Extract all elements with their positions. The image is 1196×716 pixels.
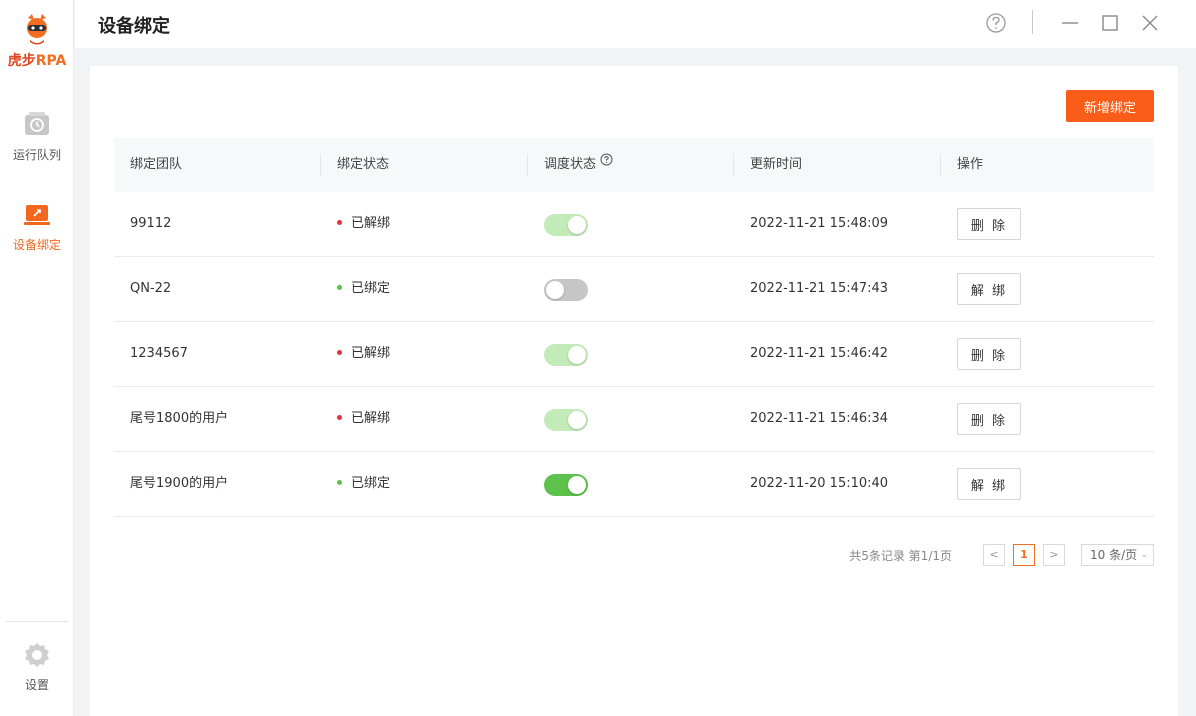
column-header-team: 绑定团队 xyxy=(130,157,183,172)
binding-status-cell: 已解绑 xyxy=(321,192,390,256)
toggle-knob xyxy=(568,411,586,429)
status-text: 已绑定 xyxy=(351,476,391,491)
toggle-knob xyxy=(546,281,564,299)
current-page-button[interactable]: 1 xyxy=(1013,544,1035,566)
table-row: 尾号1900的用户 已绑定 2022-11-20 15:10:40 解 绑 xyxy=(114,452,1154,517)
status-text: 已解绑 xyxy=(351,346,391,361)
close-icon[interactable] xyxy=(1137,10,1163,36)
title-bar: 设备绑定 xyxy=(75,0,1196,48)
page-size-select[interactable]: 10 条/页 ⌄ xyxy=(1081,544,1154,566)
status-text: 已绑定 xyxy=(351,281,391,296)
minimize-icon[interactable] xyxy=(1057,10,1083,36)
column-header-schedule-status-label: 调度状态 xyxy=(544,157,597,172)
column-header-binding-status: 绑定状态 xyxy=(337,157,390,172)
page-size-label: 10 条/页 xyxy=(1090,548,1138,562)
status-dot xyxy=(337,220,342,225)
pagination-info: 共5条记录 第1/1页 xyxy=(849,549,952,563)
page-title: 设备绑定 xyxy=(98,16,170,37)
schedule-toggle[interactable] xyxy=(544,474,588,496)
laptop-icon xyxy=(22,200,52,230)
main-panel: 新增绑定 绑定团队 绑定状态 调度状态 更新时间 操作 99112 已解绑 2022… xyxy=(90,66,1178,716)
table-row: 99112 已解绑 2022-11-21 15:48:09 删 除 xyxy=(114,192,1154,257)
status-dot xyxy=(337,285,342,290)
app-logo: 虎步RPA xyxy=(0,12,74,70)
delete-button[interactable]: 删 除 xyxy=(957,208,1021,240)
delete-button[interactable]: 删 除 xyxy=(957,403,1021,435)
add-binding-button[interactable]: 新增绑定 xyxy=(1066,90,1154,122)
table-row: 1234567 已解绑 2022-11-21 15:46:42 删 除 xyxy=(114,322,1154,387)
team-cell: QN-22 xyxy=(130,281,172,296)
updated-time-cell: 2022-11-21 15:47:43 xyxy=(750,281,889,296)
table-row: QN-22 已绑定 2022-11-21 15:47:43 解 绑 xyxy=(114,257,1154,322)
status-text: 已解绑 xyxy=(351,216,391,231)
clock-icon xyxy=(22,110,52,140)
status-dot xyxy=(337,415,342,420)
column-header-actions: 操作 xyxy=(957,157,984,172)
toggle-knob xyxy=(568,216,586,234)
status-dot xyxy=(337,350,342,355)
binding-status-cell: 已解绑 xyxy=(321,322,390,386)
table-row: 尾号1800的用户 已解绑 2022-11-21 15:46:34 删 除 xyxy=(114,387,1154,452)
delete-button[interactable]: 删 除 xyxy=(957,338,1021,370)
column-header-updated-time: 更新时间 xyxy=(750,157,803,172)
gear-icon xyxy=(22,640,52,670)
question-circle-icon[interactable] xyxy=(600,136,613,190)
tiger-logo-icon xyxy=(22,12,52,46)
sidebar-item-run-queue[interactable]: 运行队列 xyxy=(0,110,74,163)
sidebar-item-settings[interactable]: 设置 xyxy=(0,640,74,693)
prev-page-button[interactable]: < xyxy=(983,544,1005,566)
sidebar-item-device-binding[interactable]: 设备绑定 xyxy=(0,200,74,253)
next-page-button[interactable]: > xyxy=(1043,544,1065,566)
team-cell: 99112 xyxy=(130,216,172,231)
updated-time-cell: 2022-11-21 15:48:09 xyxy=(750,216,889,231)
title-bar-separator xyxy=(1032,10,1033,34)
column-header-schedule-status: 调度状态 xyxy=(528,138,613,192)
binding-status-cell: 已绑定 xyxy=(321,257,390,321)
team-cell: 1234567 xyxy=(130,346,188,361)
help-icon[interactable] xyxy=(983,10,1009,36)
toggle-knob xyxy=(568,476,586,494)
table-header: 绑定团队 绑定状态 调度状态 更新时间 操作 xyxy=(114,138,1154,192)
updated-time-cell: 2022-11-21 15:46:34 xyxy=(750,411,889,426)
table-body: 99112 已解绑 2022-11-21 15:48:09 删 除 QN-22 已绑定 20… xyxy=(114,192,1154,517)
status-text: 已解绑 xyxy=(351,411,391,426)
schedule-toggle[interactable] xyxy=(544,279,588,301)
unbind-button[interactable]: 解 绑 xyxy=(957,468,1021,500)
schedule-toggle[interactable] xyxy=(544,344,588,366)
chevron-down-icon: ⌄ xyxy=(1140,550,1148,560)
sidebar-divider xyxy=(6,621,68,622)
updated-time-cell: 2022-11-20 15:10:40 xyxy=(750,476,889,491)
unbind-button[interactable]: 解 绑 xyxy=(957,273,1021,305)
team-cell: 尾号1900的用户 xyxy=(130,476,229,491)
team-cell: 尾号1800的用户 xyxy=(130,411,229,426)
toggle-knob xyxy=(568,346,586,364)
updated-time-cell: 2022-11-21 15:46:42 xyxy=(750,346,889,361)
pagination: 共5条记录 第1/1页 < 1 > 10 条/页 ⌄ xyxy=(90,544,1154,568)
schedule-toggle[interactable] xyxy=(544,214,588,236)
sidebar: 虎步RPA 运行队列 设备绑定 设置 xyxy=(0,0,74,716)
status-dot xyxy=(337,480,342,485)
binding-status-cell: 已绑定 xyxy=(321,452,390,516)
schedule-toggle[interactable] xyxy=(544,409,588,431)
binding-table: 绑定团队 绑定状态 调度状态 更新时间 操作 99112 已解绑 2022-11-2… xyxy=(114,138,1154,517)
binding-status-cell: 已解绑 xyxy=(321,387,390,451)
logo-text: 虎步RPA xyxy=(7,53,67,69)
maximize-icon[interactable] xyxy=(1097,10,1123,36)
